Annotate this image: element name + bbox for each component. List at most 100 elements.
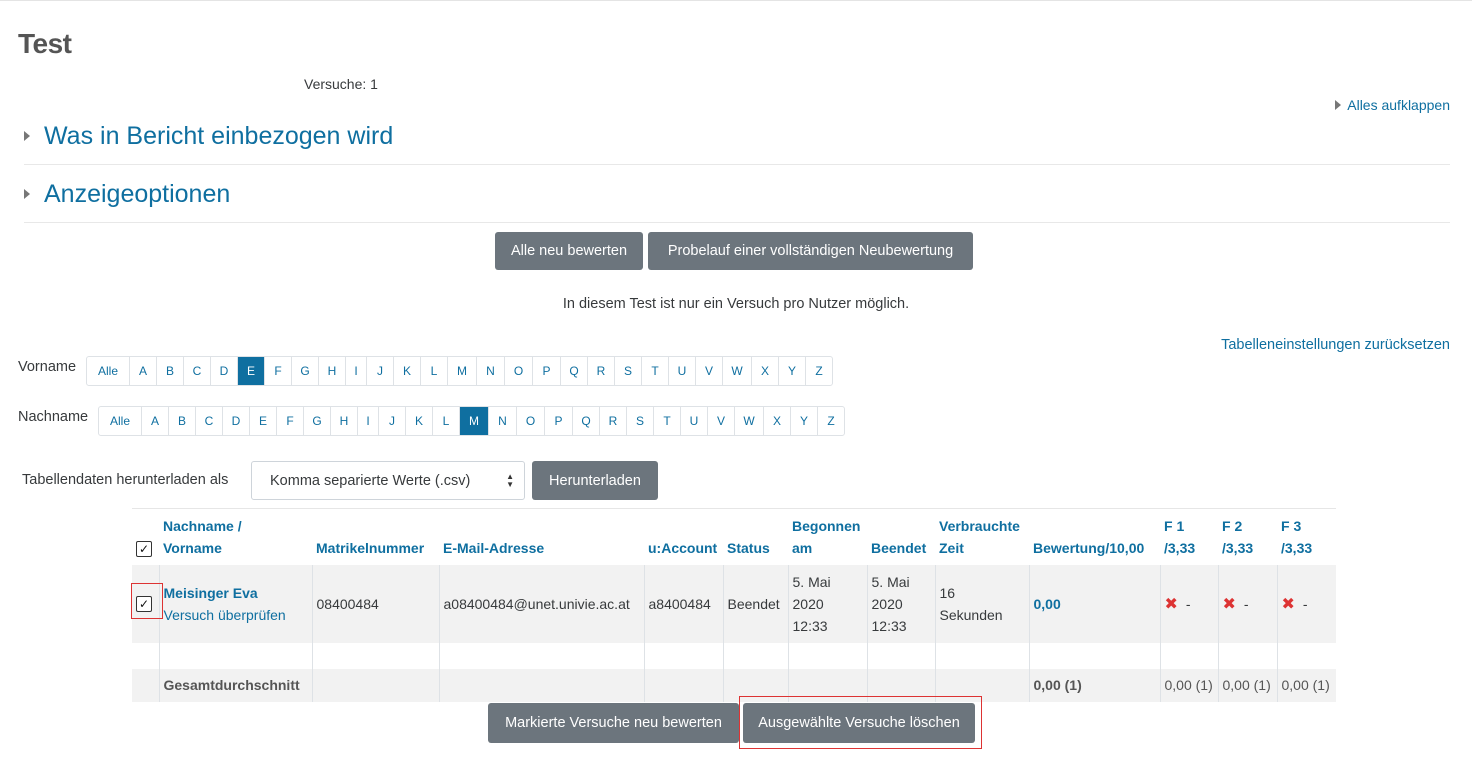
initial-g[interactable]: G — [291, 357, 318, 385]
initial-b[interactable]: B — [156, 357, 183, 385]
initial-e[interactable]: E — [237, 357, 264, 385]
header-status[interactable]: Status — [723, 508, 788, 565]
initial-v[interactable]: V — [707, 407, 734, 435]
initial-z[interactable]: Z — [805, 357, 832, 385]
initial-j[interactable]: J — [366, 357, 393, 385]
initial-h[interactable]: H — [330, 407, 357, 435]
initial-q[interactable]: Q — [560, 357, 587, 385]
initial-d[interactable]: D — [222, 407, 249, 435]
initial-p[interactable]: P — [544, 407, 572, 435]
initial-all[interactable]: Alle — [99, 407, 141, 435]
initial-all[interactable]: Alle — [87, 357, 129, 385]
initial-n[interactable]: N — [476, 357, 504, 385]
initial-v[interactable]: V — [695, 357, 722, 385]
initial-s[interactable]: S — [614, 357, 641, 385]
initial-e[interactable]: E — [249, 407, 276, 435]
average-grade: 0,00 (1) — [1028, 668, 1160, 702]
header-q1[interactable]: F 1/3,33 — [1160, 508, 1218, 565]
firstname-initials-bar: Alle A B C D E F G H I J K L M N O P Q R S T U V W X Y Z — [86, 356, 833, 386]
incorrect-cross-icon: ✖ — [1281, 595, 1295, 613]
initial-y[interactable]: Y — [778, 357, 805, 385]
student-name-link[interactable]: Meisinger Eva — [164, 585, 258, 601]
reset-table-link[interactable]: Tabelleneinstellungen zurücksetzen — [1221, 337, 1450, 353]
initial-x[interactable]: X — [751, 357, 778, 385]
initial-x[interactable]: X — [763, 407, 790, 435]
initial-g[interactable]: G — [303, 407, 330, 435]
initial-i[interactable]: I — [357, 407, 378, 435]
initial-a[interactable]: A — [141, 407, 168, 435]
header-time-taken[interactable]: Verbrauchte Zeit — [935, 508, 1029, 565]
header-grade[interactable]: Bewertung/10,00 — [1029, 508, 1160, 565]
section-title: Anzeigeoptionen — [44, 179, 231, 208]
initial-r[interactable]: R — [587, 357, 614, 385]
grade-link[interactable]: 0,00 — [1034, 596, 1061, 612]
dry-run-regrade-button[interactable]: Probelauf einer vollständigen Neubewertu… — [648, 232, 973, 270]
lastname-initials-bar: Alle A B C D E F G H I J K L M N O P Q R S T U V W X Y Z — [98, 406, 845, 436]
initial-u[interactable]: U — [680, 407, 707, 435]
initial-a[interactable]: A — [129, 357, 156, 385]
cell-q3[interactable]: ✖ - — [1276, 564, 1336, 643]
select-all-checkbox[interactable]: ✓ — [136, 540, 152, 557]
top-divider — [0, 0, 1472, 1]
header-finished[interactable]: Beendet — [867, 508, 935, 565]
initial-w[interactable]: W — [722, 357, 751, 385]
download-button[interactable]: Herunterladen — [532, 461, 658, 500]
header-name[interactable]: Nachname / Vorname — [159, 508, 312, 565]
initial-t[interactable]: T — [653, 407, 680, 435]
initial-u[interactable]: U — [668, 357, 695, 385]
page-title: Test — [18, 28, 72, 59]
initial-n[interactable]: N — [488, 407, 516, 435]
review-attempt-link[interactable]: Versuch überprüfen — [164, 607, 286, 623]
header-started[interactable]: Begonnen am — [788, 508, 867, 565]
regrade-all-button[interactable]: Alle neu bewerten — [495, 232, 643, 270]
initial-w[interactable]: W — [734, 407, 763, 435]
caret-right-icon — [24, 131, 30, 141]
header-q3[interactable]: F 3/3,33 — [1277, 508, 1336, 565]
download-format-select[interactable]: Komma separierte Werte (.csv) ▲ ▼ — [251, 461, 525, 500]
initial-h[interactable]: H — [318, 357, 345, 385]
initial-j[interactable]: J — [378, 407, 405, 435]
header-matrikel[interactable]: Matrikelnummer — [312, 508, 439, 565]
cell-q2[interactable]: ✖ - — [1217, 564, 1277, 643]
initial-l[interactable]: L — [432, 407, 459, 435]
regrade-selected-button[interactable]: Markierte Versuche neu bewerten — [488, 703, 739, 743]
header-email[interactable]: E-Mail-Adresse — [439, 508, 644, 565]
initial-o[interactable]: O — [504, 357, 532, 385]
initial-o[interactable]: O — [516, 407, 544, 435]
initial-s[interactable]: S — [626, 407, 653, 435]
table-row: ✓ Meisinger Eva Versuch überprüfen 08400… — [132, 564, 1336, 643]
header-q2[interactable]: F 2/3,33 — [1218, 508, 1277, 565]
attempts-summary: Versuche: 1 — [304, 76, 378, 92]
initial-d[interactable]: D — [210, 357, 237, 385]
initial-m[interactable]: M — [447, 357, 476, 385]
initial-k[interactable]: K — [405, 407, 432, 435]
initial-m[interactable]: M — [459, 407, 488, 435]
lastname-filter-label: Nachname — [18, 409, 89, 425]
average-q2: 0,00 (1) — [1217, 668, 1277, 702]
section-display-options[interactable]: Anzeigeoptionen — [24, 166, 1450, 223]
cell-q1[interactable]: ✖ - — [1159, 564, 1218, 643]
initial-f[interactable]: F — [276, 407, 303, 435]
initial-q[interactable]: Q — [572, 407, 599, 435]
initial-c[interactable]: C — [183, 357, 210, 385]
section-report-content[interactable]: Was in Bericht einbezogen wird — [24, 108, 1450, 165]
initial-c[interactable]: C — [195, 407, 222, 435]
initial-z[interactable]: Z — [817, 407, 844, 435]
initial-l[interactable]: L — [420, 357, 447, 385]
firstname-filter-label: Vorname — [18, 359, 77, 375]
section-title: Was in Bericht einbezogen wird — [44, 121, 394, 150]
single-attempt-notice: In diesem Test ist nur ein Versuch pro N… — [562, 296, 910, 312]
initial-b[interactable]: B — [168, 407, 195, 435]
cell-email: a08400484@unet.univie.ac.at — [438, 564, 644, 643]
initial-p[interactable]: P — [532, 357, 560, 385]
cell-time-taken: 16 Sekunden — [934, 564, 1029, 643]
initial-r[interactable]: R — [599, 407, 626, 435]
header-account[interactable]: u:Account — [644, 508, 723, 565]
initial-i[interactable]: I — [345, 357, 366, 385]
cell-started: 5. Mai 2020 12:33 — [787, 564, 867, 643]
initial-t[interactable]: T — [641, 357, 668, 385]
initial-y[interactable]: Y — [790, 407, 817, 435]
initial-f[interactable]: F — [264, 357, 291, 385]
initial-k[interactable]: K — [393, 357, 420, 385]
download-format-label: Tabellendaten herunterladen als — [22, 472, 229, 488]
